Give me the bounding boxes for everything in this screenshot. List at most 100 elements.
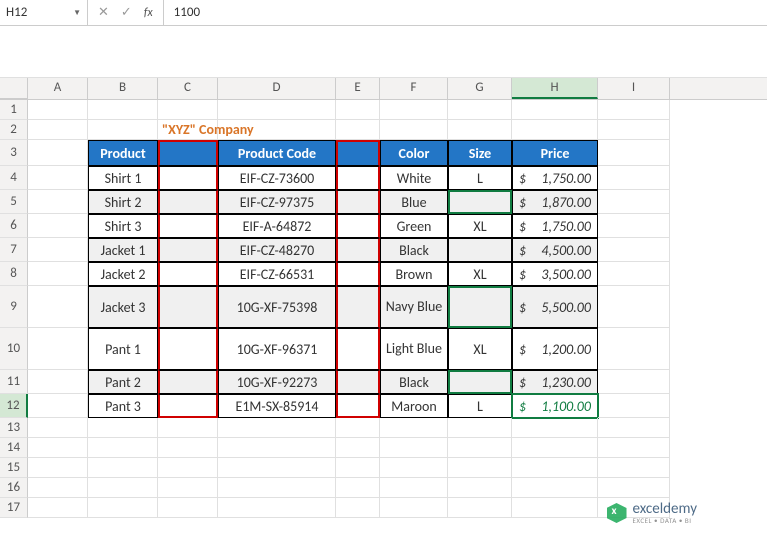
cell-D1[interactable]	[218, 100, 336, 120]
cell-A11[interactable]	[28, 370, 88, 394]
cell-H13[interactable]	[512, 418, 598, 438]
empty-c-cell[interactable]	[158, 394, 218, 418]
row-header-11[interactable]: 11	[0, 370, 28, 394]
empty-c-cell[interactable]	[158, 262, 218, 286]
table-header-B[interactable]: Product	[88, 140, 158, 166]
empty-e-cell[interactable]	[336, 286, 380, 328]
cell-B16[interactable]	[88, 478, 158, 498]
cell-A3[interactable]	[28, 140, 88, 166]
col-header-I[interactable]: I	[598, 78, 670, 99]
code-cell[interactable]: 10G-XF-96371	[218, 328, 336, 370]
cell-F14[interactable]	[380, 438, 448, 458]
cell-I12[interactable]	[598, 394, 670, 418]
empty-c-cell[interactable]	[158, 286, 218, 328]
price-cell[interactable]: $4,500.00	[512, 238, 598, 262]
cell-D14[interactable]	[218, 438, 336, 458]
cell-G2[interactable]	[448, 120, 512, 140]
cell-A16[interactable]	[28, 478, 88, 498]
row-header-4[interactable]: 4	[0, 166, 28, 190]
cell-A5[interactable]	[28, 190, 88, 214]
color-cell[interactable]: Black	[380, 370, 448, 394]
row-header-16[interactable]: 16	[0, 478, 28, 498]
cell-I5[interactable]	[598, 190, 670, 214]
cell-A14[interactable]	[28, 438, 88, 458]
cell-E17[interactable]	[336, 498, 380, 518]
product-cell[interactable]: Pant 2	[88, 370, 158, 394]
code-cell[interactable]: 10G-XF-92273	[218, 370, 336, 394]
cell-I1[interactable]	[598, 100, 670, 120]
cell-I10[interactable]	[598, 328, 670, 370]
cell-A13[interactable]	[28, 418, 88, 438]
cell-F15[interactable]	[380, 458, 448, 478]
cell-A15[interactable]	[28, 458, 88, 478]
cell-G15[interactable]	[448, 458, 512, 478]
size-cell[interactable]: XL	[448, 262, 512, 286]
color-cell[interactable]: White	[380, 166, 448, 190]
cell-I9[interactable]	[598, 286, 670, 328]
cell-E14[interactable]	[336, 438, 380, 458]
row-header-10[interactable]: 10	[0, 328, 28, 370]
col-header-F[interactable]: F	[380, 78, 448, 99]
price-cell[interactable]: $3,500.00	[512, 262, 598, 286]
empty-c-cell[interactable]	[158, 238, 218, 262]
product-cell[interactable]: Jacket 2	[88, 262, 158, 286]
price-cell[interactable]: $5,500.00	[512, 286, 598, 328]
table-header-E[interactable]	[336, 140, 380, 166]
size-cell[interactable]: L	[448, 166, 512, 190]
cell-C15[interactable]	[158, 458, 218, 478]
row-header-5[interactable]: 5	[0, 190, 28, 214]
product-cell[interactable]: Shirt 1	[88, 166, 158, 190]
cell-H17[interactable]	[512, 498, 598, 518]
empty-e-cell[interactable]	[336, 190, 380, 214]
cell-E1[interactable]	[336, 100, 380, 120]
cell-E16[interactable]	[336, 478, 380, 498]
cell-I2[interactable]	[598, 120, 670, 140]
cell-F1[interactable]	[380, 100, 448, 120]
color-cell[interactable]: Green	[380, 214, 448, 238]
empty-c-cell[interactable]	[158, 370, 218, 394]
table-header-F[interactable]: Color	[380, 140, 448, 166]
cell-E2[interactable]	[336, 120, 380, 140]
cell-A1[interactable]	[28, 100, 88, 120]
size-cell[interactable]: L	[448, 394, 512, 418]
cell-A17[interactable]	[28, 498, 88, 518]
cell-A12[interactable]	[28, 394, 88, 418]
cell-I13[interactable]	[598, 418, 670, 438]
empty-c-cell[interactable]	[158, 328, 218, 370]
price-cell[interactable]: $1,100.00	[512, 394, 598, 418]
code-cell[interactable]: EIF-CZ-48270	[218, 238, 336, 262]
row-header-6[interactable]: 6	[0, 214, 28, 238]
color-cell[interactable]: Blue	[380, 190, 448, 214]
product-cell[interactable]: Pant 3	[88, 394, 158, 418]
price-cell[interactable]: $1,200.00	[512, 328, 598, 370]
color-cell[interactable]: Black	[380, 238, 448, 262]
price-cell[interactable]: $1,870.00	[512, 190, 598, 214]
cell-G16[interactable]	[448, 478, 512, 498]
size-cell[interactable]	[448, 370, 512, 394]
company-title[interactable]: "XYZ" Company	[158, 120, 218, 140]
row-header-17[interactable]: 17	[0, 498, 28, 518]
cell-I11[interactable]	[598, 370, 670, 394]
col-header-B[interactable]: B	[88, 78, 158, 99]
cell-A7[interactable]	[28, 238, 88, 262]
cell-I8[interactable]	[598, 262, 670, 286]
table-header-C[interactable]	[158, 140, 218, 166]
table-header-G[interactable]: Size	[448, 140, 512, 166]
cell-F16[interactable]	[380, 478, 448, 498]
cell-C16[interactable]	[158, 478, 218, 498]
empty-e-cell[interactable]	[336, 394, 380, 418]
col-header-A[interactable]: A	[28, 78, 88, 99]
cell-H14[interactable]	[512, 438, 598, 458]
cancel-icon[interactable]: ✕	[98, 5, 109, 20]
size-cell[interactable]: XL	[448, 328, 512, 370]
size-cell[interactable]	[448, 190, 512, 214]
cell-G14[interactable]	[448, 438, 512, 458]
size-cell[interactable]	[448, 286, 512, 328]
formula-input[interactable]: 1100	[164, 0, 767, 25]
name-box[interactable]: H12 ▼	[0, 0, 88, 25]
cell-G1[interactable]	[448, 100, 512, 120]
cell-D17[interactable]	[218, 498, 336, 518]
product-cell[interactable]: Pant 1	[88, 328, 158, 370]
cell-F17[interactable]	[380, 498, 448, 518]
row-header-13[interactable]: 13	[0, 418, 28, 438]
